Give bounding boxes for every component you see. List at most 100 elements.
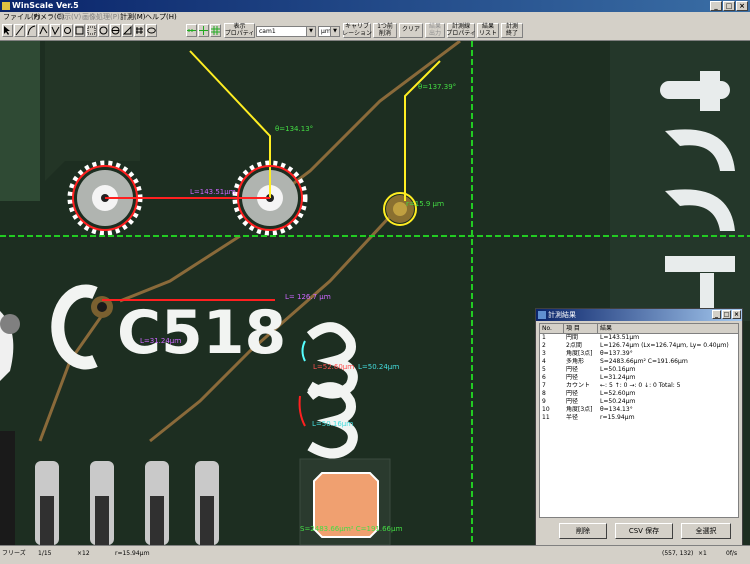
- status-bar: フリーズ 1/15 ×12 r=15.94μｍ (557, 132) ×1 0f…: [0, 545, 750, 564]
- dashed-rect-tool-icon[interactable]: [86, 24, 97, 37]
- results-maximize-button[interactable]: □: [722, 310, 731, 319]
- select-all-button[interactable]: 全選択: [681, 523, 731, 539]
- row-no: 9: [542, 398, 546, 405]
- results-window-icon: [538, 311, 546, 319]
- row-result: L=50.16μｍ: [600, 366, 636, 373]
- delete-button[interactable]: 削除: [559, 523, 607, 539]
- arc-tool-icon[interactable]: [26, 24, 37, 37]
- count-tool-icon[interactable]: [134, 24, 145, 37]
- title-bar: WinScale Ver.5 _ □ ×: [0, 0, 750, 12]
- status-mode: フリーズ: [2, 550, 26, 557]
- row-no: 2: [542, 342, 546, 349]
- results-close-button[interactable]: ×: [732, 310, 741, 319]
- silkscreen-label: C518: [117, 298, 286, 368]
- menu-measure[interactable]: 計測(M): [120, 12, 146, 22]
- row-no: 5: [542, 366, 546, 373]
- display-props-button[interactable]: 表示 プロパティ: [224, 23, 255, 38]
- row-no: 8: [542, 390, 546, 397]
- table-row[interactable]: 3 角度[3点] θ=137.39°: [540, 350, 738, 358]
- results-window: 計測結果 _ □ × No. 項 目 結果 1 円間 L=143.51μｍ 2 2点間 L…: [535, 308, 743, 546]
- status-frame: 1/15: [38, 550, 52, 557]
- table-row[interactable]: 7 カウント ←: 5 ↑: 0 →: 0 ↓: 0 Total: 5: [540, 382, 738, 390]
- maximize-button[interactable]: □: [723, 1, 735, 11]
- col-no[interactable]: No.: [540, 324, 564, 333]
- diameter-tool-icon[interactable]: [110, 24, 121, 37]
- row-result: ←: 5 ↑: 0 →: 0 ↓: 0 Total: 5: [600, 382, 681, 389]
- table-row[interactable]: 1 円間 L=143.51μｍ: [540, 334, 738, 342]
- row-item: 多角形: [566, 358, 585, 365]
- table-row[interactable]: 4 多角形 S=2483.66μｍ² C=191.66μｍ: [540, 358, 738, 366]
- row-result: r=15.94μｍ: [600, 414, 635, 421]
- row-item: カウント: [566, 382, 591, 389]
- left-edge-part: [0, 314, 20, 334]
- chevron-down-icon: ▼: [330, 27, 339, 36]
- triangle-tool-icon[interactable]: [122, 24, 133, 37]
- label-diameter-left: L=31.24μｍ: [140, 337, 181, 345]
- copper-area: [45, 41, 140, 181]
- col-result[interactable]: 結果: [598, 324, 738, 333]
- toolbar: 表示 プロパティ cam1 ▼ μｍ ▼ キャリブ レーション 1つ前 削消 クリア…: [0, 22, 750, 41]
- rectangle-tool-icon[interactable]: [74, 24, 85, 37]
- chevron-down-icon: ▼: [306, 27, 315, 36]
- table-row[interactable]: 9 円径 L=50.24μｍ: [540, 398, 738, 406]
- csv-save-button[interactable]: CSV 保存: [615, 523, 673, 539]
- select-tool-icon[interactable]: [2, 24, 13, 37]
- measure-end-button[interactable]: 計測 終了: [501, 23, 523, 38]
- table-row[interactable]: 6 円径 L=31.24μｍ: [540, 374, 738, 382]
- scale-h-icon[interactable]: [186, 24, 197, 37]
- status-zoom-ref: ×12: [77, 550, 90, 557]
- row-no: 3: [542, 350, 546, 357]
- menu-view[interactable]: 表示(V): [57, 12, 81, 22]
- label-two-point: L= 126.7 μｍ: [285, 293, 331, 301]
- results-list[interactable]: No. 項 目 結果 1 円間 L=143.51μｍ 2 2点間 L=126.74μｍ (…: [539, 323, 739, 518]
- minimize-button[interactable]: _: [710, 1, 722, 11]
- row-item: 円径: [566, 390, 579, 397]
- row-item: 円径: [566, 374, 579, 381]
- row-item: 半径: [566, 414, 579, 421]
- close-button[interactable]: ×: [736, 1, 748, 11]
- crosshair-icon[interactable]: [198, 24, 209, 37]
- measure-props-button[interactable]: 計測線 プロパティ: [446, 23, 476, 38]
- polyline-tool-icon[interactable]: [38, 24, 49, 37]
- circle-tool-icon[interactable]: [98, 24, 109, 37]
- table-row[interactable]: 5 円径 L=50.16μｍ: [540, 366, 738, 374]
- row-no: 1: [542, 334, 546, 341]
- label-angle-right: θ=137.39°: [418, 83, 456, 91]
- table-row[interactable]: 8 円径 L=52.60μｍ: [540, 390, 738, 398]
- ellipse-tool-icon[interactable]: [146, 24, 157, 37]
- results-header: No. 項 目 結果: [540, 324, 738, 334]
- window-title: WinScale Ver.5: [12, 1, 79, 10]
- status-magnification: ×1: [698, 550, 707, 557]
- menu-image-processing[interactable]: 画像処理(P): [82, 12, 120, 22]
- line-tool-icon[interactable]: [14, 24, 25, 37]
- status-coords: (557, 132): [662, 550, 694, 557]
- calibration-button[interactable]: キャリブ レーション: [342, 23, 372, 38]
- row-item: 角度[3点]: [566, 406, 593, 413]
- row-item: 角度[3点]: [566, 350, 593, 357]
- row-result: L=126.74μｍ (Lx=126.74μｍ, Ly= 0.40μｍ): [600, 342, 729, 349]
- table-row[interactable]: 11 半径 r=15.94μｍ: [540, 414, 738, 422]
- row-result: L=31.24μｍ: [600, 374, 636, 381]
- camera-select[interactable]: cam1 ▼: [256, 26, 316, 37]
- app-icon: [2, 2, 10, 10]
- unit-select[interactable]: μｍ ▼: [318, 26, 340, 37]
- col-item[interactable]: 項 目: [564, 324, 598, 333]
- result-output-button[interactable]: 結果 出力: [425, 23, 445, 38]
- row-result: L=50.24μｍ: [600, 398, 636, 405]
- results-minimize-button[interactable]: _: [712, 310, 721, 319]
- result-list-button[interactable]: 結果 リスト: [477, 23, 499, 38]
- clear-button[interactable]: クリア: [399, 23, 423, 38]
- row-no: 10: [542, 406, 550, 413]
- row-item: 円径: [566, 398, 579, 405]
- menu-help[interactable]: ヘルプ(H): [145, 12, 177, 22]
- menu-bar: ファイル(F) カメラ(C) 表示(V) 画像処理(P) 計測(M) ヘルプ(H…: [0, 12, 750, 22]
- three-point-circle-icon[interactable]: [62, 24, 73, 37]
- undo-one-button[interactable]: 1つ前 削消: [373, 23, 397, 38]
- table-row[interactable]: 10 角度[3点] θ=134.13°: [540, 406, 738, 414]
- table-row[interactable]: 2 2点間 L=126.74μｍ (Lx=126.74μｍ, Ly= 0.40μｍ): [540, 342, 738, 350]
- label-diameter-33c: L=50.16μｍ: [312, 420, 353, 428]
- row-no: 6: [542, 374, 546, 381]
- grid-icon[interactable]: [210, 24, 221, 37]
- angle-tool-icon[interactable]: [50, 24, 61, 37]
- results-title: 計測結果: [548, 311, 576, 319]
